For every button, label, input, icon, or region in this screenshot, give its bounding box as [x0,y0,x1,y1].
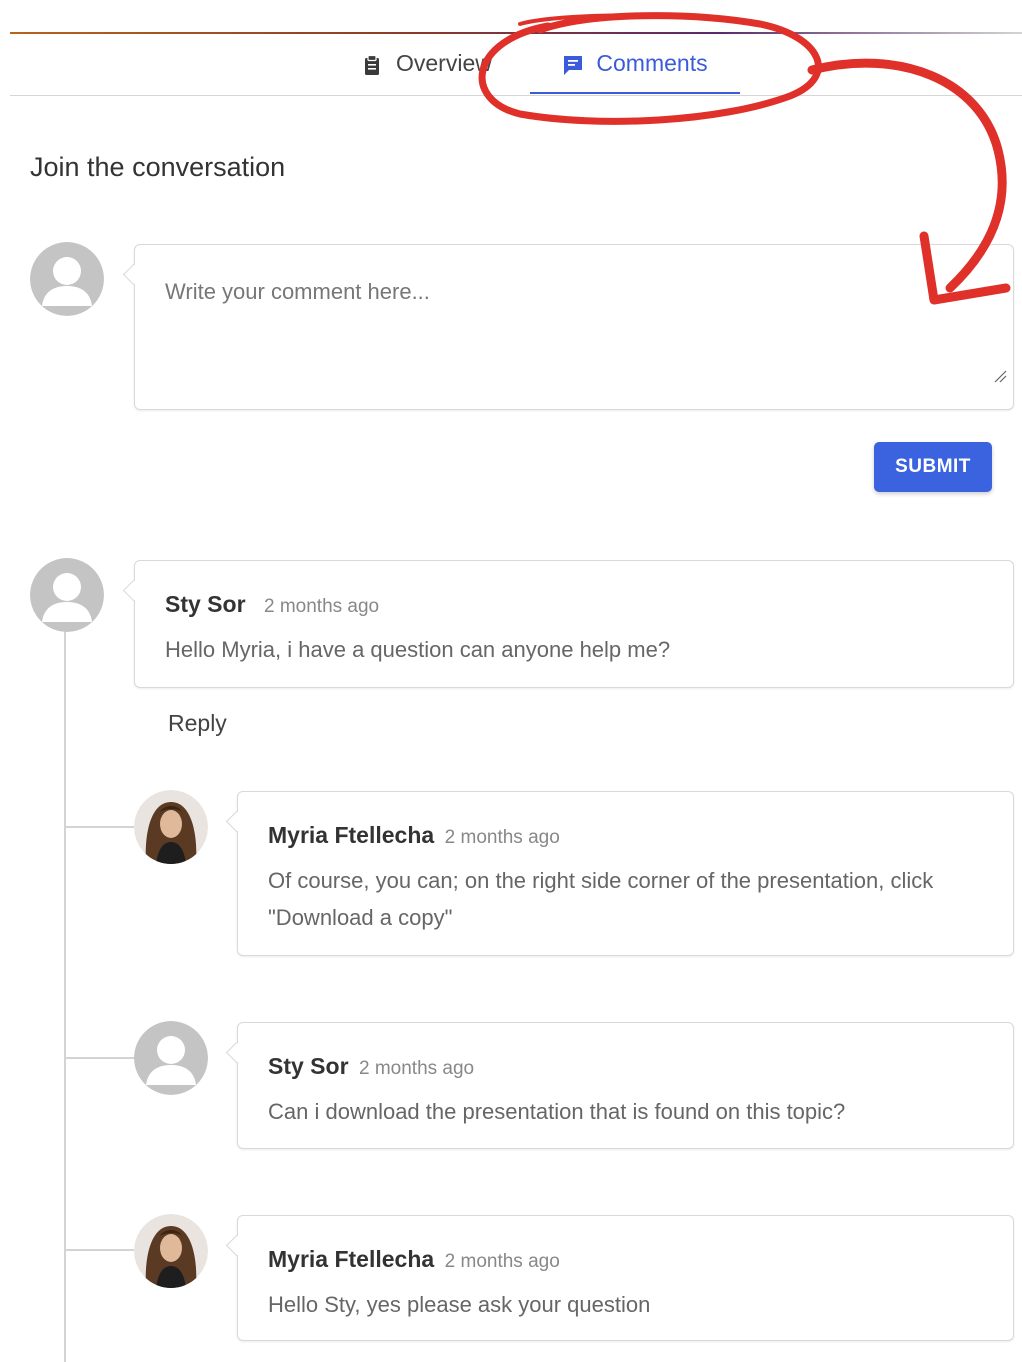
avatar [134,1214,208,1288]
current-user-avatar [30,242,104,316]
comment-time: 2 months ago [444,827,560,848]
default-avatar-icon [30,242,104,316]
avatar [134,790,208,864]
thread-branch [64,1057,134,1059]
comment-text: Of course, you can; on the right side co… [268,868,934,930]
tab-comments[interactable]: Comments [530,48,740,94]
avatar [30,558,104,632]
comment-card: Sty Sor 2 months ago Hello Myria, i have… [134,560,1014,688]
resize-handle-icon[interactable] [993,369,1007,383]
comment-time: 2 months ago [358,1058,475,1079]
thread-branch [64,826,134,828]
submit-button[interactable]: SUBMIT [874,442,992,492]
comment-text: Hello Myria, i have a question can anyon… [165,637,671,662]
comment-author[interactable]: Sty Sor [268,1053,349,1079]
comment-icon [564,56,583,75]
comment-author[interactable]: Myria Ftellecha [268,822,434,848]
comment-text: Hello Sty, yes please ask your question [268,1292,651,1317]
tab-bar: Overview Comments [10,34,1022,96]
tab-overview-label: Overview [396,50,492,76]
user-photo [134,790,208,864]
tab-comments-label: Comments [596,50,708,76]
comment-author[interactable]: Myria Ftellecha [268,1246,434,1272]
default-avatar-icon [30,558,104,632]
reply-button[interactable]: Reply [168,710,227,737]
comment-card: Myria Ftellecha 2 months ago Of course, … [237,791,1014,956]
comment-author[interactable]: Sty Sor [165,591,246,617]
comment-text: Can i download the presentation that is … [268,1099,846,1124]
comment-time: 2 months ago [263,596,380,617]
comment-input[interactable] [135,245,1013,409]
default-avatar-icon [134,1021,208,1095]
tab-overview[interactable]: Overview [362,48,492,94]
user-photo [134,1214,208,1288]
thread-branch [64,1249,134,1251]
page-title: Join the conversation [30,152,286,182]
clipboard-icon [365,54,379,75]
comment-card: Myria Ftellecha 2 months ago Hello Sty, … [237,1215,1014,1341]
avatar [134,1021,208,1095]
comment-time: 2 months ago [444,1251,560,1272]
thread-line [64,625,66,1362]
comment-composer [134,244,1014,410]
comment-card: Sty Sor 2 months ago Can i download the … [237,1022,1014,1149]
